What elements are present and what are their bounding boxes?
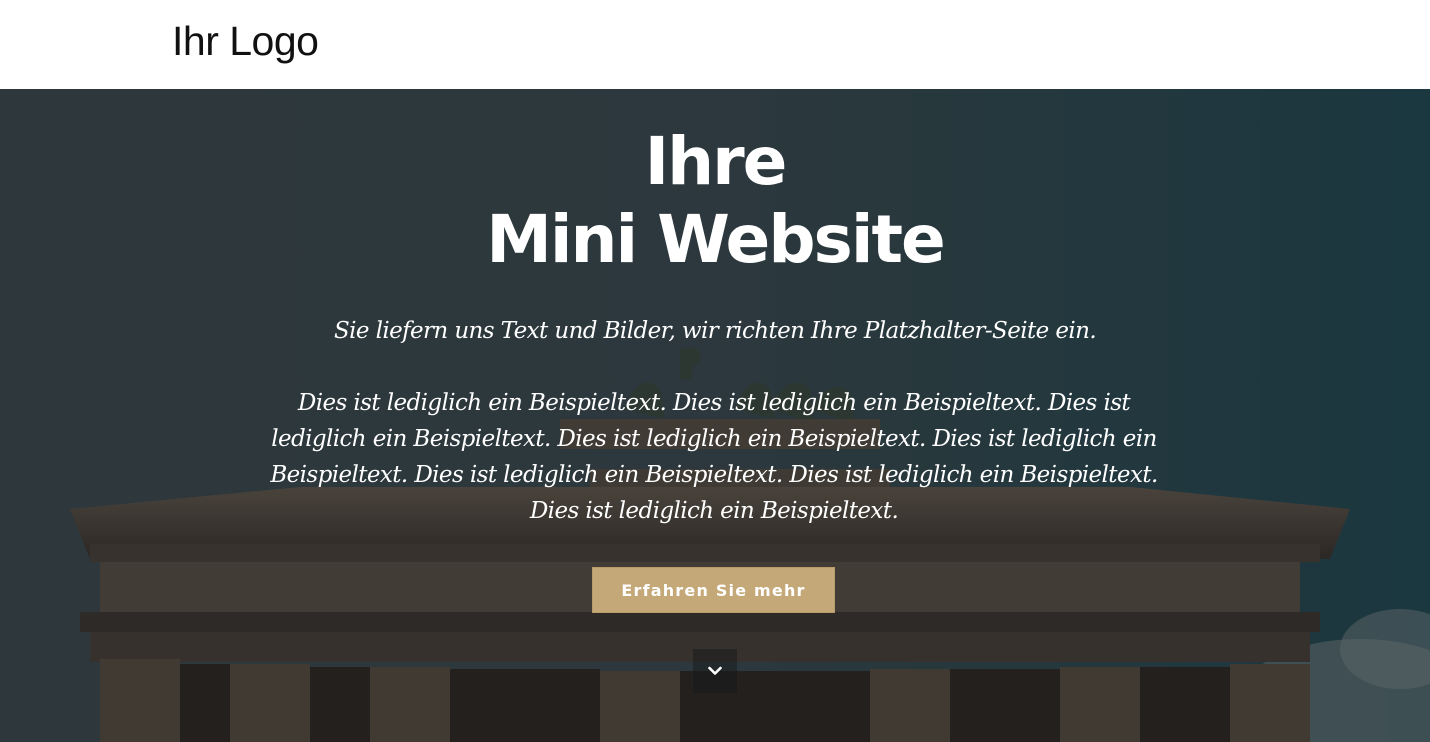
hero-title-line1: Ihre (644, 123, 788, 200)
logo[interactable]: Ihr Logo (172, 16, 319, 66)
hero-subtitle: Sie liefern uns Text und Bilder, wir ric… (333, 318, 1097, 344)
hero-body-text: Dies ist lediglich ein Beispieltext. Die… (270, 390, 1158, 524)
learn-more-button[interactable]: Erfahren Sie mehr (592, 567, 835, 613)
hero-section: Ihre Mini Website Sie liefern uns Text u… (0, 89, 1430, 742)
hero-title-line2: Mini Website (486, 201, 946, 278)
chevron-down-icon (708, 666, 722, 675)
scroll-down-button[interactable] (693, 649, 737, 693)
site-header: Ihr Logo (0, 0, 1430, 89)
hero-title: Ihre Mini Website (0, 123, 1430, 279)
